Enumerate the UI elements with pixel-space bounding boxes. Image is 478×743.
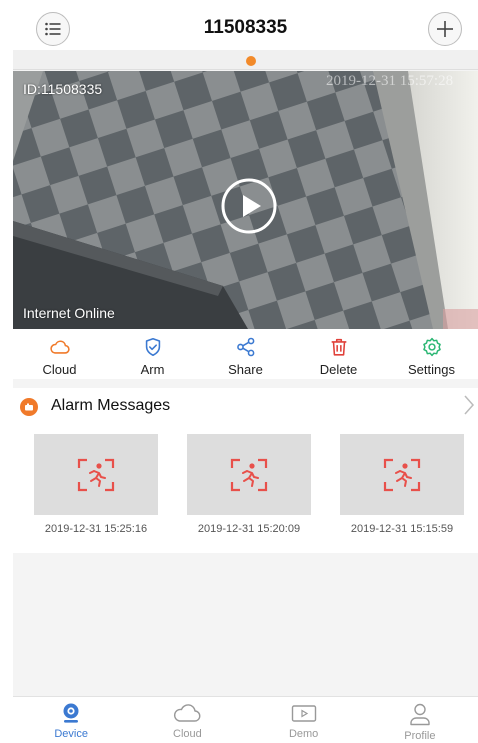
delete-label: Delete <box>319 362 358 377</box>
add-device-button[interactable] <box>428 12 462 46</box>
alarm-thumbnail[interactable] <box>340 434 464 515</box>
connection-status: Internet Online <box>23 305 115 321</box>
share-label: Share <box>228 362 263 377</box>
chevron-right-icon[interactable] <box>463 394 475 416</box>
tab-device[interactable]: Device <box>13 697 129 743</box>
motion-detect-icon <box>77 458 115 491</box>
action-bar: Cloud Arm Share Delete Settings <box>13 329 478 379</box>
motion-detect-icon <box>230 458 268 491</box>
page-title: 11508335 <box>203 17 288 38</box>
alarm-thumbnail[interactable] <box>187 434 311 515</box>
alarm-messages-panel: Alarm Messages 2019-12-31 15:25:16 2019-… <box>13 388 478 553</box>
cloud-icon <box>49 340 70 354</box>
tab-profile-label: Profile <box>404 730 436 742</box>
alarm-time: 2019-12-31 15:20:09 <box>197 523 301 535</box>
profile-icon <box>410 703 430 726</box>
arm-button[interactable]: Arm <box>106 329 199 379</box>
tab-profile[interactable]: Profile <box>362 697 478 743</box>
share-button[interactable]: Share <box>199 329 292 379</box>
device-id-label: ID:11508335 <box>23 81 103 97</box>
alarm-messages-title: Alarm Messages <box>51 397 171 414</box>
plus-icon <box>437 21 453 37</box>
cloud-label: Cloud <box>42 362 77 377</box>
app-screen: 11508335 ID:11508335 2019-12-31 15:57:28… <box>13 10 478 743</box>
share-icon <box>236 337 254 357</box>
page-indicator <box>13 50 478 70</box>
shield-check-icon <box>145 337 160 357</box>
alarm-time: 2019-12-31 15:25:16 <box>44 523 148 535</box>
video-timestamp: 2019-12-31 15:57:28 <box>326 73 454 89</box>
alarm-camera-icon <box>20 398 38 416</box>
arm-label: Arm <box>140 362 165 377</box>
settings-button[interactable]: Settings <box>385 329 478 379</box>
tab-cloud[interactable]: Cloud <box>129 697 245 743</box>
cloud-button[interactable]: Cloud <box>13 329 106 379</box>
tab-device-label: Device <box>54 728 88 740</box>
bottom-tab-bar: Device Cloud Demo Profile <box>13 696 478 743</box>
page-dot-active <box>246 56 256 66</box>
alarm-time: 2019-12-31 15:15:59 <box>350 523 454 535</box>
alarm-messages-header[interactable]: Alarm Messages <box>13 388 478 424</box>
demo-play-icon <box>291 705 316 722</box>
tab-cloud-label: Cloud <box>173 728 202 740</box>
trash-icon <box>331 338 346 356</box>
header: 11508335 <box>13 10 478 50</box>
cloud-icon <box>174 704 201 722</box>
gear-icon <box>422 337 441 357</box>
play-icon[interactable] <box>220 177 278 235</box>
alarm-thumbnail[interactable] <box>34 434 158 515</box>
motion-detect-icon <box>383 458 421 491</box>
video-preview[interactable]: ID:11508335 2019-12-31 15:57:28 Internet… <box>13 71 478 329</box>
settings-label: Settings <box>408 362 455 377</box>
tab-demo[interactable]: Demo <box>246 697 362 743</box>
tab-demo-label: Demo <box>288 728 319 740</box>
device-icon <box>63 703 79 723</box>
delete-button[interactable]: Delete <box>292 329 385 379</box>
